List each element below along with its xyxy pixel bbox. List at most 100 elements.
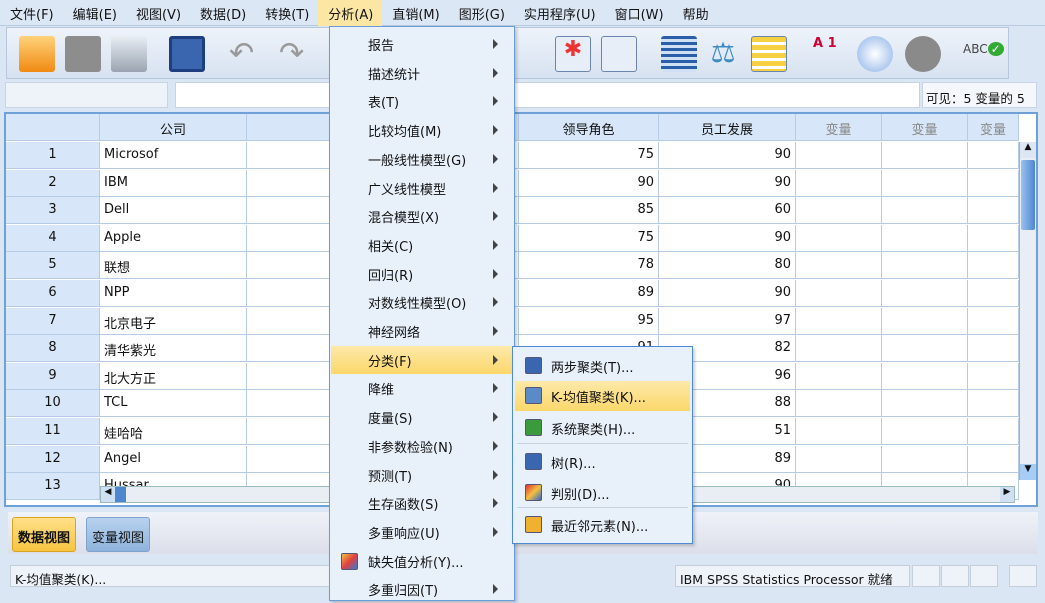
analyze-menu-item[interactable]: 对数线性模型(O) xyxy=(331,288,513,316)
empty-cell[interactable] xyxy=(796,307,882,335)
empty-cell[interactable] xyxy=(882,307,968,335)
tab-data-view[interactable]: 数据视图 xyxy=(12,517,77,552)
empty-cell[interactable] xyxy=(796,169,882,197)
empty-cell[interactable] xyxy=(882,252,968,280)
analyze-menu-item[interactable]: 混合模型(X) xyxy=(331,202,513,230)
menu-10[interactable]: 帮助 xyxy=(673,0,718,26)
cell-value-input[interactable] xyxy=(175,82,920,108)
column-header[interactable]: 变量 xyxy=(796,114,882,141)
scroll-thumb[interactable] xyxy=(1021,160,1035,230)
development-cell[interactable]: 90 xyxy=(659,224,796,252)
tab-variable-view[interactable]: 变量视图 xyxy=(86,517,151,552)
analyze-menu-item[interactable]: 相关(C) xyxy=(331,231,513,259)
empty-cell[interactable] xyxy=(882,390,968,418)
development-cell[interactable]: 90 xyxy=(659,142,796,169)
company-cell[interactable]: Apple xyxy=(100,224,247,252)
leadership-cell[interactable]: 90 xyxy=(519,169,659,197)
column-header[interactable]: 变量 xyxy=(968,114,1019,141)
scroll-down-button[interactable]: ▼ xyxy=(1020,464,1036,480)
analyze-menu-item[interactable]: 多重响应(U) xyxy=(331,518,513,546)
leadership-cell[interactable]: 85 xyxy=(519,197,659,225)
menu-9[interactable]: 窗口(W) xyxy=(605,0,673,26)
menu-8[interactable]: 实用程序(U) xyxy=(514,0,605,26)
analyze-menu-item[interactable]: 分类(F) xyxy=(331,345,513,374)
row-header[interactable]: 2 xyxy=(6,169,100,197)
classify-submenu-item[interactable]: 系统聚类(H)... xyxy=(515,413,690,443)
empty-cell[interactable] xyxy=(796,445,882,473)
column-header[interactable]: 员工发展 xyxy=(659,114,796,141)
company-cell[interactable]: Microsof xyxy=(100,142,247,169)
company-cell[interactable]: Dell xyxy=(100,197,247,225)
row-header[interactable]: 1 xyxy=(6,142,100,169)
print-icon[interactable] xyxy=(111,36,147,72)
empty-cell[interactable] xyxy=(882,169,968,197)
analyze-menu-item[interactable]: 多重归因(T) xyxy=(331,575,513,603)
use-variable-sets-icon[interactable] xyxy=(857,36,893,72)
empty-cell[interactable] xyxy=(968,224,1019,252)
leadership-cell[interactable]: 95 xyxy=(519,307,659,335)
row-header[interactable]: 5 xyxy=(6,252,100,280)
redo-icon[interactable]: ↷ xyxy=(279,36,315,72)
company-cell[interactable]: 北大方正 xyxy=(100,362,247,390)
menu-2[interactable]: 视图(V) xyxy=(126,0,190,26)
empty-cell[interactable] xyxy=(968,362,1019,390)
menu-4[interactable]: 转换(T) xyxy=(255,0,318,26)
cell-name-box[interactable] xyxy=(5,82,168,108)
empty-cell[interactable] xyxy=(882,418,968,445)
analyze-menu-item[interactable]: 缺失值分析(Y)... xyxy=(331,547,513,575)
empty-cell[interactable] xyxy=(968,335,1019,363)
open-file-icon[interactable] xyxy=(19,36,55,72)
company-cell[interactable]: TCL xyxy=(100,390,247,418)
development-cell[interactable]: 90 xyxy=(659,280,796,307)
row-header[interactable]: 8 xyxy=(6,335,100,363)
scroll-right-button[interactable]: ▶ xyxy=(1000,487,1014,502)
undo-icon[interactable]: ↶ xyxy=(229,36,265,72)
company-cell[interactable]: IBM xyxy=(100,169,247,197)
empty-cell[interactable] xyxy=(968,142,1019,169)
vertical-scrollbar[interactable]: ▲ ▼ xyxy=(1019,142,1036,480)
company-cell[interactable]: Angel xyxy=(100,445,247,473)
weight-cases-icon[interactable]: ⚖ xyxy=(705,36,741,72)
analyze-menu-item[interactable]: 降维 xyxy=(331,374,513,402)
empty-cell[interactable] xyxy=(882,142,968,169)
classify-submenu-item[interactable]: 两步聚类(T)... xyxy=(515,351,690,381)
scroll-up-button[interactable]: ▲ xyxy=(1020,142,1036,158)
show-all-variables-icon[interactable] xyxy=(905,36,941,72)
analyze-menu-item[interactable]: 比较均值(M) xyxy=(331,116,513,144)
development-cell[interactable]: 60 xyxy=(659,197,796,225)
analyze-menu-item[interactable]: 度量(S) xyxy=(331,403,513,431)
empty-cell[interactable] xyxy=(882,197,968,225)
analyze-menu-item[interactable]: 非参数检验(N) xyxy=(331,432,513,460)
empty-cell[interactable] xyxy=(882,445,968,473)
column-header[interactable]: 领导角色 xyxy=(519,114,659,141)
company-cell[interactable]: 联想 xyxy=(100,252,247,280)
analyze-menu-item[interactable]: 生存函数(S) xyxy=(331,489,513,517)
empty-cell[interactable] xyxy=(796,390,882,418)
company-cell[interactable]: NPP xyxy=(100,280,247,307)
menu-1[interactable]: 编辑(E) xyxy=(63,0,126,26)
classify-submenu-item[interactable]: K-均值聚类(K)... xyxy=(515,381,690,411)
menu-6[interactable]: 直销(M) xyxy=(382,0,448,26)
analyze-menu-item[interactable]: 表(T) xyxy=(331,87,513,115)
empty-cell[interactable] xyxy=(968,280,1019,307)
row-header[interactable]: 13 xyxy=(6,473,100,501)
leadership-cell[interactable]: 78 xyxy=(519,252,659,280)
empty-cell[interactable] xyxy=(796,197,882,225)
spell-check-icon[interactable]: ABC ✓ xyxy=(963,36,1004,72)
column-header[interactable]: 公司 xyxy=(100,114,247,141)
classify-submenu-item[interactable]: 树(R)... xyxy=(515,447,690,477)
analyze-menu-item[interactable]: 预测(T) xyxy=(331,461,513,489)
company-cell[interactable]: 娃哈哈 xyxy=(100,418,247,445)
recall-dialog-icon[interactable] xyxy=(169,36,205,72)
analyze-menu-item[interactable]: 报告 xyxy=(331,30,513,58)
leadership-cell[interactable]: 75 xyxy=(519,142,659,169)
empty-cell[interactable] xyxy=(968,418,1019,445)
menu-3[interactable]: 数据(D) xyxy=(190,0,255,26)
row-header[interactable]: 6 xyxy=(6,280,100,307)
development-cell[interactable]: 97 xyxy=(659,307,796,335)
save-icon[interactable] xyxy=(65,36,101,72)
insert-variable-icon[interactable] xyxy=(601,36,637,72)
row-header[interactable]: 9 xyxy=(6,362,100,390)
company-cell[interactable]: 清华紫光 xyxy=(100,335,247,363)
development-cell[interactable]: 80 xyxy=(659,252,796,280)
